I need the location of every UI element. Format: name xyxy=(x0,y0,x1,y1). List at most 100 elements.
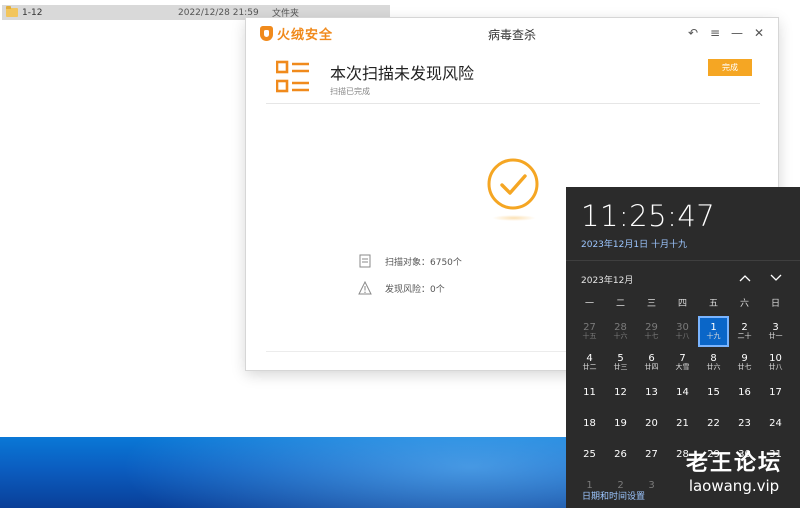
day-number: 17 xyxy=(769,387,782,399)
day-number: 27 xyxy=(645,449,658,461)
lunar-date: 大雪 xyxy=(675,363,690,372)
day-number: 23 xyxy=(738,418,751,430)
weekday-label: 二 xyxy=(615,299,625,309)
calendar-day[interactable]: 17 xyxy=(760,378,791,409)
weekday-label: 三 xyxy=(646,299,656,309)
lunar-date: 廿八 xyxy=(768,363,783,372)
lunar-date: 廿四 xyxy=(644,363,659,372)
flyout-divider xyxy=(566,260,800,261)
watermark-en: laowang.vip xyxy=(688,477,780,495)
calendar-day[interactable]: 10 廿八 xyxy=(760,347,791,378)
calendar-day[interactable]: 22 xyxy=(698,409,729,440)
day-number: 26 xyxy=(614,449,627,461)
scanned-objects-label: 扫描对象：6750个 xyxy=(385,257,462,268)
calendar-day[interactable]: 27 xyxy=(636,440,667,471)
day-number: 14 xyxy=(676,387,689,399)
risks-found-stat: 发现风险：0个 xyxy=(358,281,445,295)
close-icon[interactable]: ✕ xyxy=(748,24,770,42)
lunar-date: 二十 xyxy=(737,332,752,341)
calendar-day[interactable]: 26 xyxy=(605,440,636,471)
calendar-day[interactable]: 21 xyxy=(667,409,698,440)
day-number: 13 xyxy=(645,387,658,399)
weekday-label: 六 xyxy=(739,299,749,309)
chevron-down-icon xyxy=(770,274,782,281)
day-number: 16 xyxy=(738,387,751,399)
antivirus-titlebar[interactable]: 火绒安全 病毒查杀 ↶ ≡ — ✕ xyxy=(246,18,778,48)
day-number: 22 xyxy=(707,418,720,430)
weekday-label: 四 xyxy=(677,299,687,309)
lunar-date: 十九 xyxy=(706,332,721,341)
calendar-day[interactable]: 25 xyxy=(574,440,605,471)
lunar-date: 廿七 xyxy=(737,363,752,372)
menu-icon[interactable]: ≡ xyxy=(704,24,726,42)
calendar-day[interactable]: 5 廿三 xyxy=(605,347,636,378)
minimize-icon[interactable]: — xyxy=(726,24,748,42)
lunar-date: 十五 xyxy=(582,332,597,341)
calendar-day[interactable]: 20 xyxy=(636,409,667,440)
lunar-date: 十六 xyxy=(613,332,628,341)
document-icon xyxy=(359,254,371,268)
scan-result-header: 本次扫描未发现风险 扫描已完成 完成 xyxy=(266,54,760,104)
calendar-month-label[interactable]: 2023年12月 xyxy=(581,273,633,286)
warning-icon xyxy=(358,281,372,295)
calendar-day[interactable]: 12 xyxy=(605,378,636,409)
calendar-day-today[interactable]: 1 十九 xyxy=(698,316,729,347)
day-number: 18 xyxy=(583,418,596,430)
day-number: 21 xyxy=(676,418,689,430)
calendar-day[interactable]: 23 xyxy=(729,409,760,440)
calendar-day[interactable]: 30 十八 xyxy=(667,316,698,347)
day-number: 11 xyxy=(583,387,596,399)
scan-result-title: 本次扫描未发现风险 xyxy=(330,64,475,83)
calendar-day[interactable]: 16 xyxy=(729,378,760,409)
lunar-date: 廿六 xyxy=(706,363,721,372)
calendar-day[interactable]: 28 十六 xyxy=(605,316,636,347)
calendar-day[interactable]: 6 廿四 xyxy=(636,347,667,378)
calendar-day[interactable]: 27 十五 xyxy=(574,316,605,347)
risks-found-label: 发现风险：0个 xyxy=(385,284,445,295)
calendar-day[interactable]: 18 xyxy=(574,409,605,440)
lunar-date: 廿二 xyxy=(582,363,597,372)
date-time-settings-link[interactable]: 日期和时间设置 xyxy=(582,489,645,502)
day-number: 25 xyxy=(583,449,596,461)
day-number: 15 xyxy=(707,387,720,399)
weekday-label: 一 xyxy=(584,299,594,309)
check-shadow xyxy=(492,215,536,221)
day-number: 19 xyxy=(614,418,627,430)
calendar-day[interactable]: 24 xyxy=(760,409,791,440)
calendar-day[interactable]: 2 二十 xyxy=(729,316,760,347)
done-button[interactable]: 完成 xyxy=(708,59,752,76)
clock-time: 11:25:47 xyxy=(581,199,716,233)
calendar-day[interactable]: 29 十七 xyxy=(636,316,667,347)
calendar-day[interactable]: 14 xyxy=(667,378,698,409)
calendar-day[interactable]: 13 xyxy=(636,378,667,409)
lunar-date: 十八 xyxy=(675,332,690,341)
calendar-day[interactable]: 8 廿六 xyxy=(698,347,729,378)
weekday-header: 一二三四五六日 xyxy=(574,296,792,312)
weekday-label: 五 xyxy=(708,299,718,309)
lunar-date: 十七 xyxy=(644,332,659,341)
lunar-date: 廿三 xyxy=(613,363,628,372)
scanned-objects-stat: 扫描对象：6750个 xyxy=(358,254,462,268)
clock-date-link[interactable]: 2023年12月1日 十月十九 xyxy=(581,237,687,250)
calendar-day[interactable]: 4 廿二 xyxy=(574,347,605,378)
weekday-label: 日 xyxy=(770,299,780,309)
scan-result-subtitle: 扫描已完成 xyxy=(330,87,370,96)
file-date: 2022/12/28 21:59 xyxy=(178,7,259,18)
day-number: 3 xyxy=(648,480,655,492)
calendar-day[interactable]: 3 廿一 xyxy=(760,316,791,347)
checklist-icon xyxy=(276,60,309,93)
calendar-day[interactable]: 7 大雪 xyxy=(667,347,698,378)
calendar-day[interactable]: 19 xyxy=(605,409,636,440)
back-icon[interactable]: ↶ xyxy=(682,24,704,42)
calendar-day[interactable]: 9 廿七 xyxy=(729,347,760,378)
calendar-day[interactable]: 11 xyxy=(574,378,605,409)
day-number: 24 xyxy=(769,418,782,430)
next-month-button[interactable] xyxy=(765,269,787,287)
success-check-icon xyxy=(487,158,539,210)
previous-month-button[interactable] xyxy=(734,269,756,287)
calendar-day[interactable]: 15 xyxy=(698,378,729,409)
watermark: 老王论坛 laowang.vip xyxy=(672,452,796,496)
file-name: 1-12 xyxy=(22,7,43,18)
watermark-cn: 老王论坛 xyxy=(685,451,782,476)
lunar-date: 廿一 xyxy=(768,332,783,341)
